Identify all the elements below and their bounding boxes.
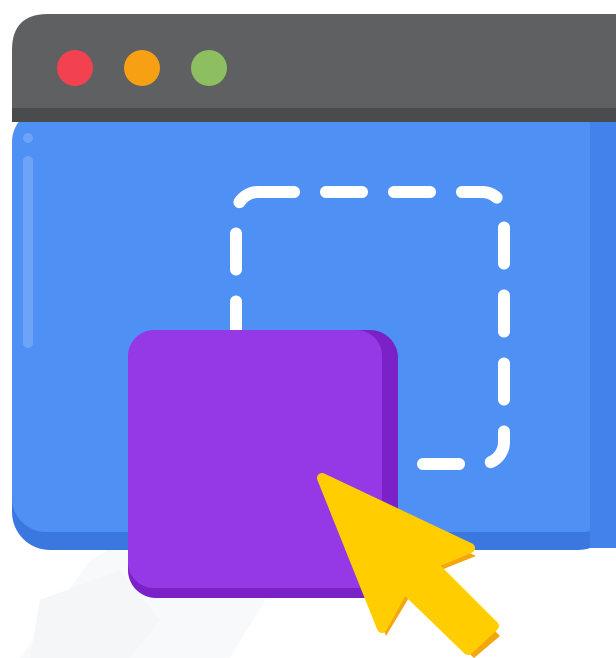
minimize-button[interactable]	[124, 50, 160, 86]
window-title-bar	[12, 14, 616, 122]
title-bar-bottom-edge	[12, 108, 616, 122]
drag-and-drop-illustration	[0, 0, 616, 658]
dragged-item-face	[128, 330, 382, 588]
window-right-edge	[590, 108, 616, 548]
maximize-button[interactable]	[191, 50, 227, 86]
close-button[interactable]	[57, 50, 93, 86]
scrollbar-track[interactable]	[23, 156, 33, 348]
scrollbar-dot	[23, 133, 33, 143]
